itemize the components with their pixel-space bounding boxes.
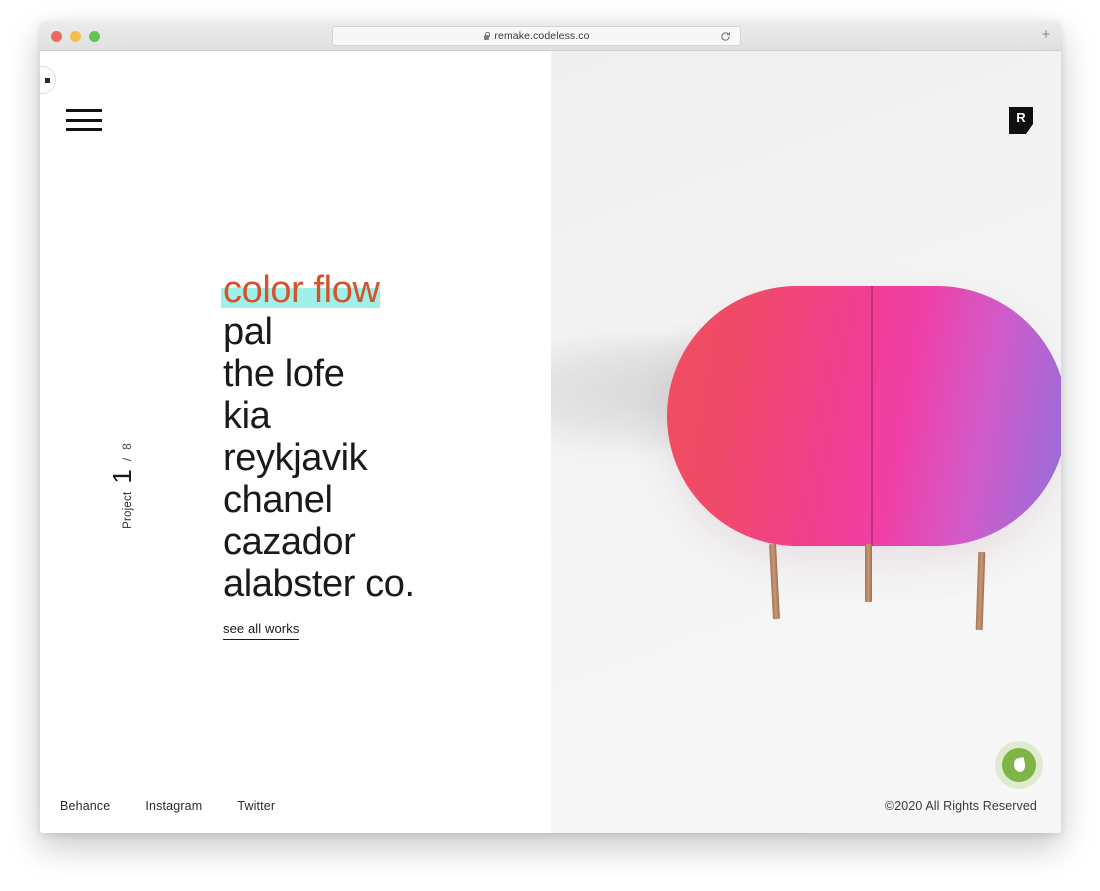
social-link-behance[interactable]: Behance <box>60 799 110 813</box>
copyright-text: ©2020 All Rights Reserved <box>884 799 1037 813</box>
left-content-pane: Project 1 / 8 color flow pal the lofe ki… <box>40 51 551 833</box>
see-all-works-link[interactable]: see all works <box>223 621 300 640</box>
project-list-item[interactable]: chanel <box>223 479 553 521</box>
scroll-indicator-dot <box>44 77 50 83</box>
cabinet-door-seam <box>871 286 873 546</box>
project-list-item[interactable]: the lofe <box>223 353 553 395</box>
project-list-item-label: alabster co. <box>223 563 415 605</box>
project-list-item[interactable]: pal <box>223 311 553 353</box>
project-list-item[interactable]: alabster co. <box>223 563 553 605</box>
project-list-item-label: color flow <box>223 269 380 311</box>
cabinet-leg <box>975 551 986 631</box>
site-logo-icon[interactable]: R <box>1009 107 1033 134</box>
project-list-item-label: cazador <box>223 521 356 563</box>
maximize-window-button[interactable] <box>89 31 100 42</box>
project-counter-current: 1 <box>107 469 137 484</box>
project-list-item-label: the lofe <box>223 353 345 395</box>
social-link-instagram[interactable]: Instagram <box>145 799 202 813</box>
project-counter: Project 1 / 8 <box>102 431 142 541</box>
reload-icon[interactable] <box>720 31 731 42</box>
cabinet-body <box>667 286 1061 546</box>
cabinet-illustration <box>667 286 1061 631</box>
page-viewport: Project 1 / 8 color flow pal the lofe ki… <box>40 51 1061 833</box>
project-counter-total: 8 <box>120 443 134 450</box>
hero-image-pane: R ©2020 All Rights Reserved <box>551 51 1061 833</box>
eco-widget-inner <box>1002 748 1036 782</box>
browser-title-bar: remake.codeless.co + <box>40 21 1061 51</box>
url-text: remake.codeless.co <box>494 30 590 42</box>
hero-image <box>551 51 1061 833</box>
cabinet-leg <box>769 543 780 620</box>
eco-widget-button[interactable] <box>995 741 1043 789</box>
window-controls <box>51 31 100 42</box>
leaf-icon <box>1012 757 1026 773</box>
project-list-item-label: chanel <box>223 479 333 521</box>
hamburger-menu-icon[interactable] <box>66 107 102 133</box>
project-list: color flow pal the lofe kia reykjavik ch… <box>221 269 553 605</box>
project-list-item-label: kia <box>223 395 271 437</box>
social-links: Behance Instagram Twitter <box>60 799 275 813</box>
project-counter-label: Project <box>122 491 134 529</box>
project-list-item[interactable]: cazador <box>223 521 553 563</box>
hamburger-bar-1 <box>66 109 102 112</box>
address-bar[interactable]: remake.codeless.co <box>332 26 741 46</box>
project-list-item-active[interactable]: color flow <box>221 269 380 311</box>
new-tab-button[interactable]: + <box>1036 24 1056 44</box>
address-bar-content: remake.codeless.co <box>483 30 589 42</box>
minimize-window-button[interactable] <box>70 31 81 42</box>
cabinet-leg <box>865 544 872 602</box>
hamburger-bar-3 <box>66 128 102 131</box>
project-list-item-label: reykjavik <box>223 437 368 479</box>
page-backdrop: remake.codeless.co + Project 1 / 8 color… <box>0 0 1100 891</box>
svg-text:R: R <box>1016 110 1026 125</box>
scroll-indicator[interactable] <box>40 66 56 94</box>
social-link-twitter[interactable]: Twitter <box>237 799 275 813</box>
project-list-item[interactable]: kia <box>223 395 553 437</box>
project-list-item-label: pal <box>223 311 273 353</box>
close-window-button[interactable] <box>51 31 62 42</box>
lock-icon <box>483 32 491 40</box>
hamburger-bar-2 <box>66 118 102 122</box>
project-counter-rotated: Project 1 / 8 <box>107 443 137 529</box>
project-counter-separator: / <box>120 457 134 462</box>
project-list-item[interactable]: reykjavik <box>223 437 553 479</box>
browser-window: remake.codeless.co + Project 1 / 8 color… <box>40 21 1061 833</box>
